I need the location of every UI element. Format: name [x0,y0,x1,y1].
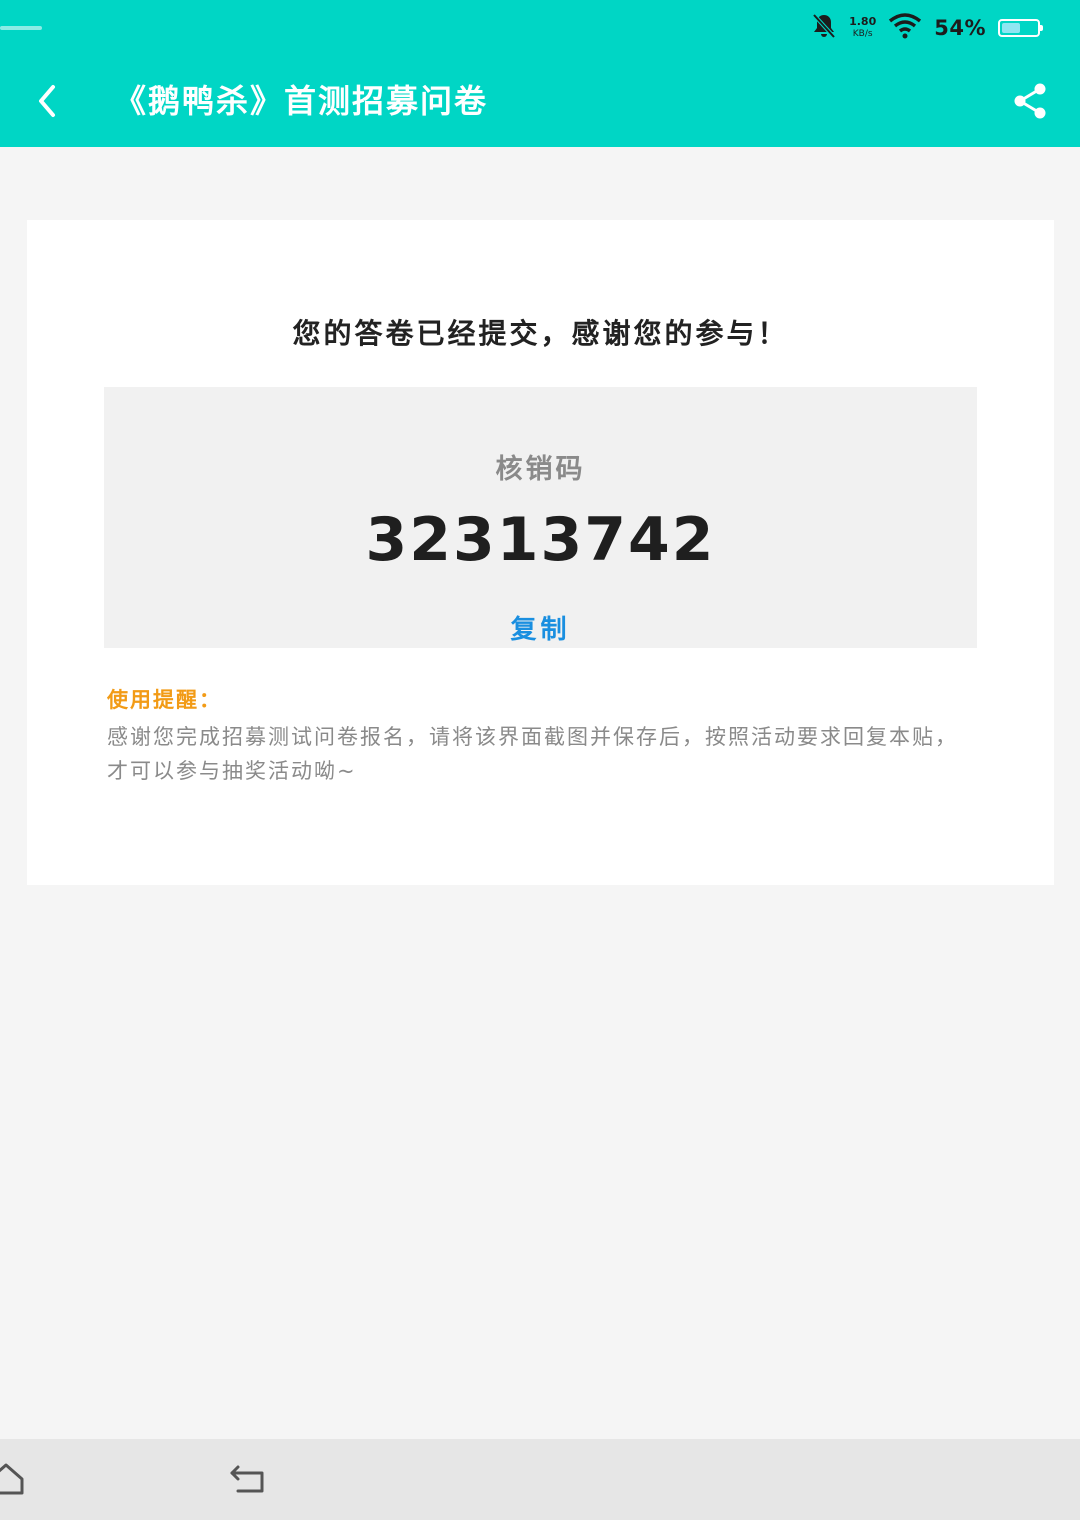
battery-level [1002,23,1021,33]
copy-button[interactable]: 复制 [104,609,977,646]
back-icon [230,1465,264,1493]
home-button[interactable] [0,1461,26,1497]
chevron-left-icon [39,85,55,117]
battery-percent: 54% [934,16,986,40]
navigation-bar [0,1439,1080,1520]
code-label: 核销码 [495,454,586,485]
back-button[interactable] [22,75,74,127]
status-bar: 1.80 KB/s 54% [0,0,1080,55]
page: 1.80 KB/s 54% 《鹅鸭杀》首测招募问卷 您的答卷已经提交，感谢您的参… [0,0,1080,1520]
status-icons: 1.80 KB/s 54% [811,10,1043,46]
battery-icon [998,19,1043,37]
nav-back-button[interactable] [228,1461,270,1497]
result-card: 您的答卷已经提交，感谢您的参与！ 核销码 32313742 复制 使用提醒： 感… [27,220,1054,885]
tip-text: 感谢您完成招募测试问卷报名，请将该界面截图并保存后，按照活动要求回复本贴，才可以… [107,725,958,783]
network-speed-unit: KB/s [852,29,873,39]
network-speed-value: 1.80 [849,15,877,28]
submission-thanks: 您的答卷已经提交，感谢您的参与！ [292,317,789,350]
share-icon [1014,83,1046,119]
share-button[interactable] [1002,75,1058,127]
page-title: 《鹅鸭杀》首测招募问卷 [114,82,489,120]
wifi-icon [888,13,922,43]
tip-title: 使用提醒： [107,688,222,712]
app-bar: 《鹅鸭杀》首测招募问卷 [0,55,1080,147]
code-value[interactable]: 32313742 [104,505,977,575]
network-speed: 1.80 KB/s [849,16,876,40]
bell-off-icon [811,12,837,44]
status-indicator [0,26,42,30]
code-box: 核销码 32313742 复制 [104,387,977,648]
home-icon [0,1463,24,1495]
